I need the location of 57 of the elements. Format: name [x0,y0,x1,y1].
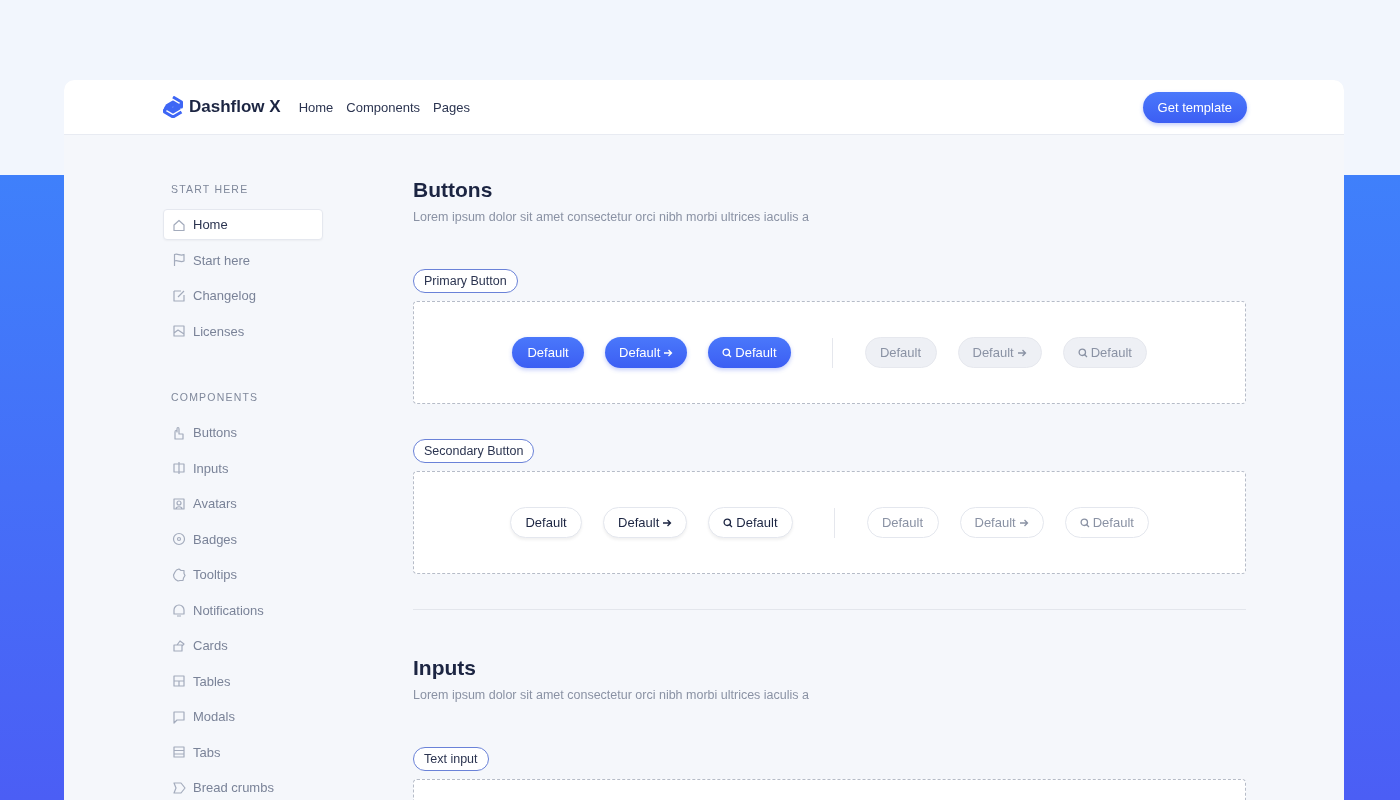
nav-icon [171,744,187,760]
section-subtitle: Lorem ipsum dolor sit amet consectetur orci nibh morbi ultrices iaculis a [413,688,810,702]
group-label: Primary Button [413,269,518,293]
sidebar-item[interactable]: Buttons [163,417,323,448]
nav-icon [171,708,187,725]
sidebar-item[interactable]: Tabs [163,736,323,768]
sidebar-item[interactable]: Changelog [163,280,323,311]
default-button[interactable]: Default [603,507,688,538]
sidebar-item[interactable]: Modals [163,701,323,732]
nav-icon [171,460,187,476]
brand-name: Dashflow X [189,97,281,117]
nav-link[interactable]: Components [346,99,421,115]
nav-icon [171,602,187,618]
nav-icon [171,566,187,583]
search-icon [722,347,733,358]
default-button[interactable]: Default [708,337,791,368]
default-button[interactable]: Default [605,337,688,368]
default-button[interactable]: Default [512,337,585,368]
get-template-button[interactable]: Get template [1142,91,1247,123]
search-icon [1079,517,1090,528]
logo-icon [163,96,183,118]
sidebar-item[interactable]: Bread crumbs [163,772,323,800]
nav-icon [171,673,187,689]
sidebar-item[interactable]: Home [163,209,323,240]
section-title: Buttons [413,178,494,202]
sidebar-heading: COMPONENTS [170,391,260,403]
default-button[interactable]: Default [708,507,793,538]
sidebar-item[interactable]: Cards [163,630,323,661]
nav-icon [171,287,187,304]
nav-icon [171,252,187,268]
arrow-right-icon [662,517,673,528]
arrow-right-icon [1016,347,1027,358]
arrow-right-icon [663,347,674,358]
sidebar-item[interactable]: Avatars [163,488,323,519]
sidebar-item[interactable]: Badges [163,523,323,555]
default-button[interactable]: Default [510,507,583,538]
section-subtitle: Lorem ipsum dolor sit amet consectetur orci nibh morbi ultrices iaculis a [413,210,810,224]
nav-icon [171,424,187,441]
arrow-right-icon [1018,517,1029,528]
sidebar-item[interactable]: Tooltips [163,559,323,590]
sidebar-item[interactable]: Licenses [163,315,323,347]
sidebar-item[interactable]: Tables [163,665,323,697]
nav-icon [171,531,187,547]
group-label: Secondary Button [413,439,535,463]
group-label: Text input [413,747,489,771]
sidebar-heading: START HERE [170,183,250,195]
nav-icon [171,779,187,796]
sidebar-item[interactable]: Start here [163,244,323,276]
nav-link[interactable]: Pages [433,99,470,115]
search-icon [723,517,734,528]
nav-icon [171,495,187,512]
search-icon [1077,347,1088,358]
sidebar-item[interactable]: Notifications [163,594,323,626]
nav-icon [171,323,187,339]
nav-link[interactable]: Home [298,99,334,115]
sidebar-item[interactable]: Inputs [163,452,323,484]
section-title: Inputs [413,656,477,680]
